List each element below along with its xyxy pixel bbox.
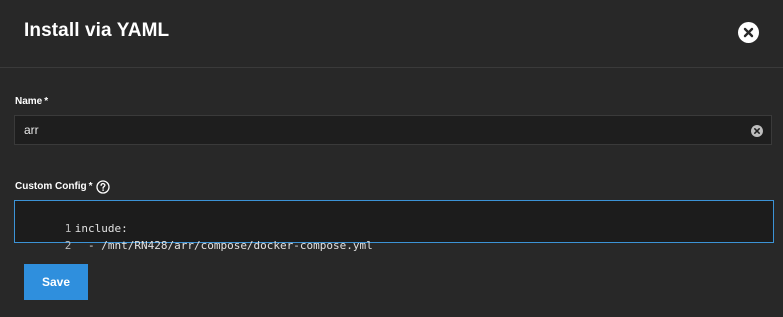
yaml-code-editor[interactable]: 1 include: 2 - /mnt/RN428/arr/compose/doc… xyxy=(14,200,774,252)
name-label-text: Name xyxy=(15,96,43,107)
line-number: 2 xyxy=(64,239,72,252)
code-line: 2 - /mnt/RN428/arr/compose/docker-compos… xyxy=(15,222,373,252)
code-line: 1 include: xyxy=(15,205,128,235)
required-mark: * xyxy=(44,96,49,107)
install-yaml-dialog: Install via YAML Name* Custom Config* xyxy=(0,0,783,317)
dialog-title: Install via YAML xyxy=(24,20,170,41)
code-text: - /mnt/RN428/arr/compose/docker-compose.… xyxy=(74,239,373,252)
custom-config-label: Custom Config * xyxy=(15,181,93,192)
name-field xyxy=(14,115,772,145)
dialog-header: Install via YAML xyxy=(0,0,783,68)
help-button[interactable] xyxy=(96,180,110,194)
name-input[interactable] xyxy=(15,116,735,144)
clear-input-button[interactable] xyxy=(751,124,763,137)
help-icon xyxy=(96,180,110,194)
close-icon xyxy=(743,27,754,38)
close-button[interactable] xyxy=(738,22,759,43)
name-label: Name * xyxy=(15,96,48,107)
required-mark: * xyxy=(88,181,93,192)
save-button[interactable]: Save xyxy=(24,264,88,300)
clear-icon xyxy=(751,125,763,137)
custom-config-label-text: Custom Config xyxy=(15,181,87,192)
